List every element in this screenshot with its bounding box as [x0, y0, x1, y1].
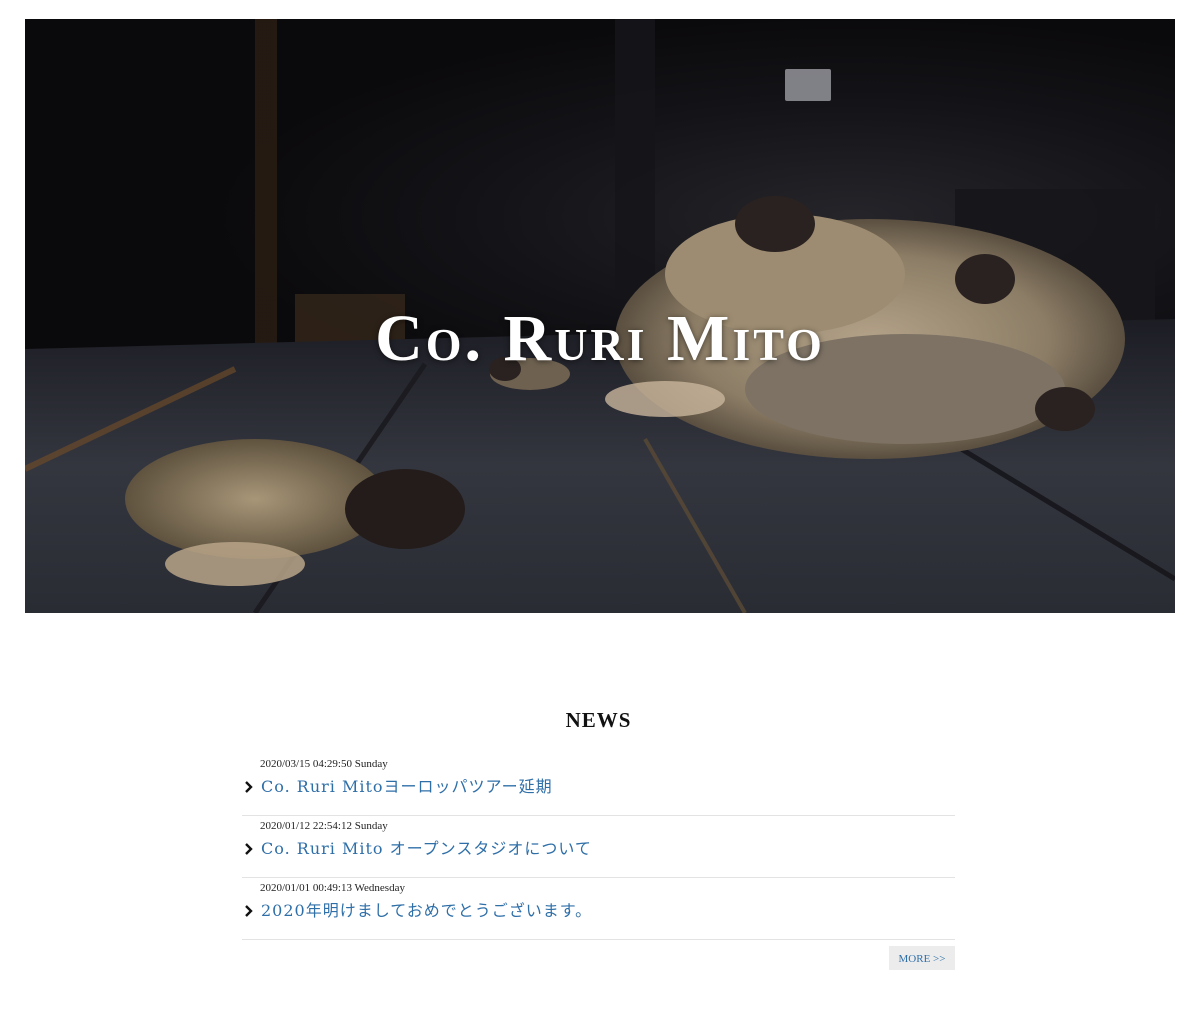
news-date: 2020/01/12 22:54:12 Sunday: [260, 820, 388, 832]
chevron-right-icon: [245, 843, 253, 855]
hero-title: Co. Ruri Mito: [375, 302, 825, 375]
news-title-link[interactable]: 2020年明けましておめでとうございます。: [261, 897, 592, 925]
more-button[interactable]: MORE >>: [889, 946, 955, 970]
news-list: 2020/03/15 04:29:50 Sunday Co. Ruri Mito…: [242, 754, 955, 940]
news-item: 2020/03/15 04:29:50 Sunday Co. Ruri Mito…: [242, 754, 955, 816]
news-date: 2020/01/01 00:49:13 Wednesday: [260, 882, 405, 894]
page: Co. Ruri Mito NEWS 2020/03/15 04:29:50 S…: [0, 0, 1200, 1028]
news-link-row: Co. Ruri Mitoヨーロッパツアー延期: [242, 773, 955, 801]
news-link-row: 2020年明けましておめでとうございます。: [242, 897, 955, 925]
chevron-right-icon: [245, 905, 253, 917]
news-link-row: Co. Ruri Mito オープンスタジオについて: [242, 835, 955, 863]
news-item: 2020/01/12 22:54:12 Sunday Co. Ruri Mito…: [242, 816, 955, 878]
news-heading: NEWS: [565, 708, 632, 732]
news-section: NEWS 2020/03/15 04:29:50 Sunday Co. Ruri…: [242, 700, 955, 970]
chevron-right-icon: [245, 781, 253, 793]
more-wrap: MORE >>: [889, 946, 955, 970]
news-title-link[interactable]: Co. Ruri Mito オープンスタジオについて: [261, 835, 592, 863]
news-date: 2020/03/15 04:29:50 Sunday: [260, 758, 388, 770]
hero-banner: Co. Ruri Mito: [25, 19, 1175, 613]
news-title-link[interactable]: Co. Ruri Mitoヨーロッパツアー延期: [261, 773, 553, 801]
news-item: 2020/01/01 00:49:13 Wednesday 2020年明けまして…: [242, 878, 955, 940]
